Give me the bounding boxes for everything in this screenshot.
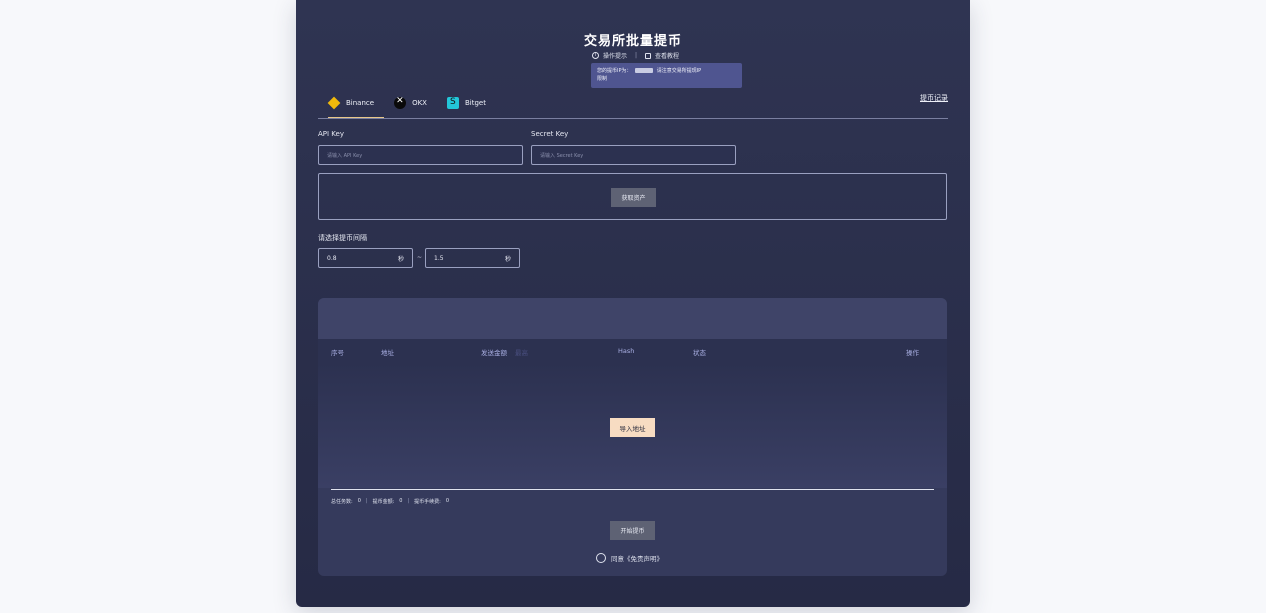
address-table-card: 序号 地址 发送金额 最高 Hash 状态 操作 导入地址 总任务数: 0 | … (318, 298, 947, 576)
redacted-ip (635, 68, 654, 73)
interval-min-value: 0.8 (327, 254, 337, 262)
tooltip-prefix: 您的提币IP为： (597, 68, 632, 74)
tabs-divider (318, 118, 948, 119)
header-separator: | (635, 52, 638, 59)
api-key-label: API Key (318, 130, 344, 138)
table-toolbar (318, 298, 947, 339)
binance-icon (327, 96, 341, 110)
withdraw-records-link[interactable]: 提币记录 (920, 93, 948, 103)
fee-value: 0 (445, 498, 449, 504)
tab-bitget[interactable]: Bitget (437, 88, 496, 118)
amount-label: 提币金额: (372, 499, 395, 505)
stats-pipe: | (407, 498, 410, 504)
agree-label[interactable]: 同意《免责声明》 (611, 553, 663, 563)
asset-box: 获取资产 (318, 173, 947, 220)
col-action: 操作 (906, 349, 919, 357)
total-tasks-label: 总任务数: (331, 499, 353, 505)
start-withdraw-button[interactable]: 开始提币 (610, 521, 655, 540)
api-key-input[interactable]: 请输入 API Key (318, 145, 523, 165)
ip-tooltip: 您的提币IP为： 请注意交易所提现IP 限制 (591, 63, 742, 88)
tab-label: OKX (412, 99, 427, 107)
table-bottom-line (331, 489, 934, 490)
amount-value: 0 (399, 498, 403, 504)
tab-okx[interactable]: OKX (384, 88, 437, 118)
tooltip-line2: 限制 (597, 76, 608, 82)
interval-tilde: ~ (417, 254, 423, 261)
info-icon: i (592, 52, 599, 59)
okx-icon (394, 96, 407, 109)
agree-radio[interactable] (596, 553, 606, 563)
total-tasks-value: 0 (357, 498, 361, 504)
tab-binance[interactable]: Binance (318, 88, 385, 118)
import-address-button[interactable]: 导入地址 (610, 418, 655, 437)
exchange-tabs: Binance OKX Bitget (318, 88, 496, 118)
table-header: 序号 地址 发送金额 最高 Hash 状态 操作 (318, 339, 947, 363)
fee-label: 提币手续费: (414, 499, 441, 505)
stats-pipe: | (365, 498, 368, 504)
interval-max-value: 1.5 (434, 254, 444, 262)
interval-max-input[interactable]: 1.5 秒 (425, 248, 520, 268)
fetch-assets-button[interactable]: 获取资产 (611, 188, 656, 207)
tab-label: Bitget (464, 99, 486, 107)
interval-unit: 秒 (504, 255, 511, 263)
col-amount: 发送金额 (481, 349, 507, 357)
interval-unit: 秒 (397, 255, 404, 263)
tips-link[interactable]: 操作提示 (603, 51, 627, 60)
col-hash: Hash (618, 347, 635, 355)
main-panel: 交易所批量提币 i 操作提示 | 查看教程 您的提币IP为： 请注意交易所提现I… (296, 0, 970, 607)
secret-key-label: Secret Key (531, 130, 569, 138)
tutorial-link[interactable]: 查看教程 (655, 51, 679, 60)
tooltip-suffix: 请注意交易所提现IP (656, 68, 702, 74)
stats-bar: 总任务数: 0 | 提币金额: 0 | 提币手续费: 0 (331, 498, 449, 505)
col-address: 地址 (381, 349, 394, 357)
page-title: 交易所批量提币 (583, 34, 682, 49)
interval-label: 请选择提币间隔 (318, 234, 367, 242)
interval-min-input[interactable]: 0.8 秒 (318, 248, 413, 268)
col-index: 序号 (331, 349, 344, 357)
bitget-icon (446, 97, 459, 109)
col-status: 状态 (693, 349, 706, 357)
agree-disclaimer[interactable]: 同意《免责声明》 (596, 553, 663, 563)
secret-key-input[interactable]: 请输入 Secret Key (531, 145, 736, 165)
col-amount-hint[interactable]: 最高 (515, 347, 528, 357)
tab-label: Binance (346, 99, 375, 107)
book-icon (645, 52, 652, 59)
header-subline: i 操作提示 | 查看教程 (592, 51, 712, 60)
